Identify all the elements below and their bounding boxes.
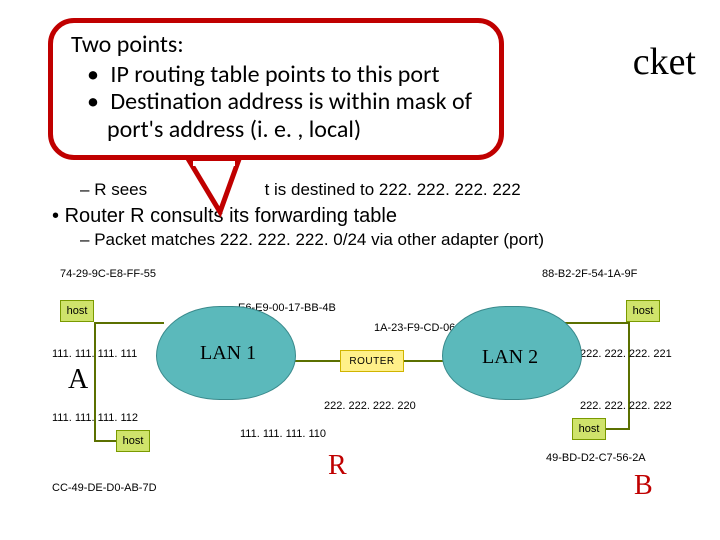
ip-host-b-top: 222. 222. 222. 221 [580,348,672,360]
ip-router-right: 222. 222. 222. 220 [324,400,416,412]
host-b-top-box: host [626,300,660,322]
host-b-bot-box: host [572,418,606,440]
callout-bubble: Two points: IP routing table points to t… [48,18,504,160]
lan1-label: LAN 1 [200,342,256,365]
hidden-title-fragment: cket [633,40,696,84]
mac-host-b-bot: 49-BD-D2-C7-56-2A [546,452,646,464]
host-a-box: host [60,300,94,322]
bullet-forwarding-table: Router R consults its forwarding table [52,204,672,228]
letter-b: B [634,470,653,502]
ip-host-b-bot: 222. 222. 222. 222 [580,400,672,412]
mac-host-a2: CC-49-DE-D0-AB-7D [52,482,157,494]
callout-item-2: Destination address is within mask of po… [107,88,481,143]
ip-host-a: 111. 111. 111. 111 [52,348,137,360]
mac-host-b-top: 88-B2-2F-54-1A-9F [542,268,637,280]
letter-r: R [328,450,347,482]
callout-title: Two points: [71,31,481,59]
ip-router-left: 111. 111. 111. 110 [240,428,326,440]
letter-a: A [68,364,88,396]
lan2-label: LAN 2 [482,346,538,369]
host-a2-box: host [116,430,150,452]
mac-host-a: 74-29-9C-E8-FF-55 [60,268,156,280]
sub-bullet-match: Packet matches 222. 222. 222. 0/24 via o… [80,230,672,250]
router-box: ROUTER [340,350,404,372]
network-diagram: 74-29-9C-E8-FF-55 host 111. 111. 111. 11… [52,260,672,504]
slide-body: R sees t is destined to 222. 222. 222. 2… [52,178,672,251]
ip-host-a2: 111. 111. 111. 112 [52,412,138,424]
callout-item-1: IP routing table points to this port [107,61,481,89]
sub-bullet-partial: R sees t is destined to 222. 222. 222. 2… [80,180,672,200]
